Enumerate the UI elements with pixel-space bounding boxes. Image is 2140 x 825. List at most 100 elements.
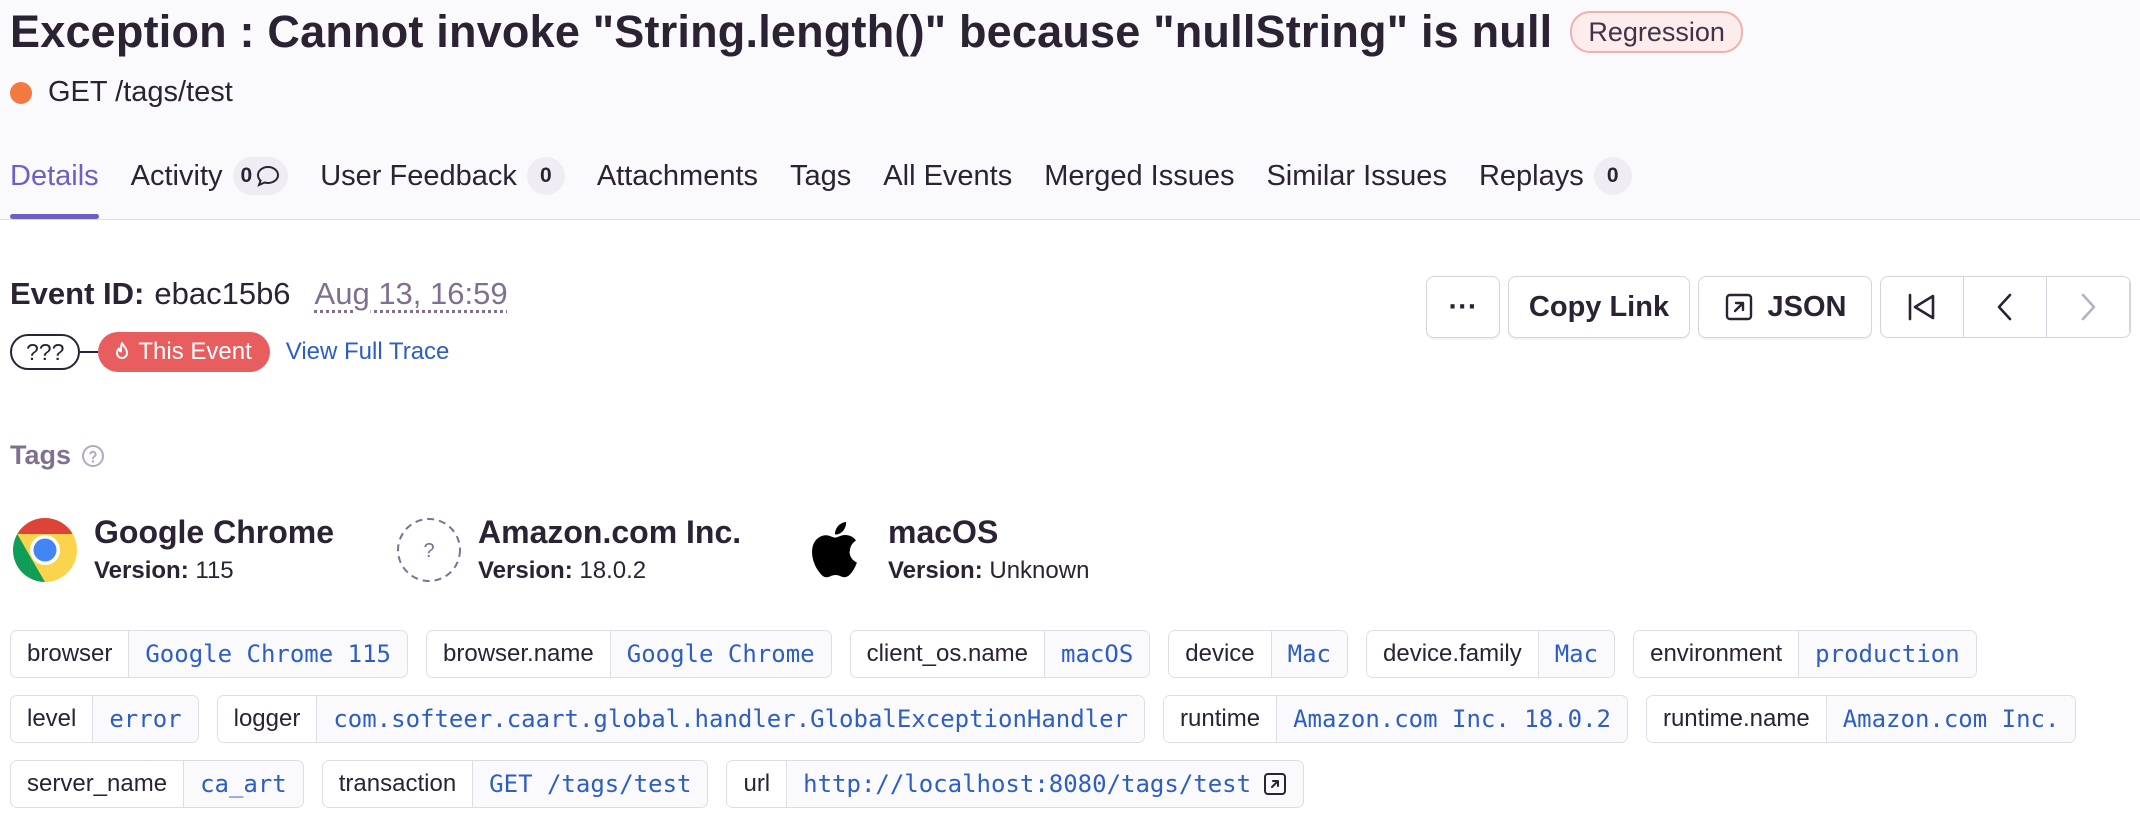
tab-merged-issues[interactable]: Merged Issues [1044, 150, 1234, 202]
tag-pill-device[interactable]: device Mac [1168, 630, 1349, 678]
tag-key: browser.name [427, 631, 611, 677]
tag-pill-server-name[interactable]: server_name ca_art [10, 760, 304, 808]
tab-similar-issues[interactable]: Similar Issues [1266, 150, 1447, 202]
tag-pill-level[interactable]: level error [10, 695, 199, 743]
previous-event-button[interactable] [1964, 277, 2047, 337]
tag-pill-runtime[interactable]: runtime Amazon.com Inc. 18.0.2 [1163, 695, 1628, 743]
tab-label: Details [10, 159, 99, 192]
tags-heading-label: Tags [10, 440, 72, 470]
culprit: GET /tags/test [48, 76, 233, 108]
user-feedback-count-badge: 0 [526, 157, 565, 195]
tag-pill-browser[interactable]: browser Google Chrome 115 [10, 630, 408, 678]
copy-link-button[interactable]: Copy Link [1508, 276, 1690, 338]
tab-activity[interactable]: Activity 0 [131, 150, 289, 202]
tag-key: client_os.name [850, 631, 1046, 677]
context-os: macOS Version: Unknown [806, 514, 1089, 585]
tag-value[interactable]: macOS [1045, 631, 1150, 677]
more-actions-button[interactable]: ··· [1426, 276, 1500, 338]
tag-row: browser Google Chrome 115 browser.name Goo… [10, 630, 2130, 678]
tag-key: url [727, 761, 788, 807]
tag-value[interactable]: com.softeer.caart.global.handler.GlobalE… [317, 696, 1145, 742]
fire-icon [116, 342, 129, 359]
tag-value[interactable]: Mac [1538, 631, 1615, 677]
this-event-label: This Event [138, 338, 252, 365]
tab-attachments[interactable]: Attachments [597, 150, 758, 202]
tag-value[interactable]: ca_art [184, 761, 303, 807]
replays-count-badge: 0 [1593, 157, 1632, 195]
open-external-icon[interactable] [1263, 772, 1287, 796]
context-name: Google Chrome [94, 514, 335, 550]
chrome-icon [12, 517, 78, 583]
tab-label: Replays [1478, 159, 1584, 192]
open-external-icon [1725, 293, 1752, 321]
view-full-trace-link[interactable]: View Full Trace [286, 338, 450, 366]
tag-pill-device-family[interactable]: device.family Mac [1366, 630, 1616, 678]
tab-label: All Events [883, 159, 1013, 192]
context-runtime-text: Amazon.com Inc. Version: 18.0.2 [478, 514, 741, 585]
tag-key: level [11, 696, 94, 742]
version-value: 115 [195, 557, 234, 584]
issue-tabs: Details Activity 0 User Feedback 0 Attac… [10, 150, 1664, 219]
tag-value: http://localhost:8080/tags/test [803, 770, 1252, 798]
tag-key: runtime [1164, 696, 1278, 742]
svg-text:?: ? [423, 540, 434, 562]
trace-parent-unknown[interactable]: ??? [10, 334, 81, 370]
json-label: JSON [1767, 290, 1847, 323]
context-name: macOS [888, 514, 999, 550]
tag-pill-url[interactable]: url http://localhost:8080/tags/test [726, 760, 1305, 808]
tag-value[interactable]: error [93, 696, 198, 742]
version-label: Version: [888, 557, 983, 584]
tag-key: device [1169, 631, 1272, 677]
tag-pill-logger[interactable]: logger com.softeer.caart.global.handler.G… [216, 695, 1146, 743]
issue-title: Exception : Cannot invoke "String.length… [10, 6, 1553, 57]
tab-all-events[interactable]: All Events [883, 150, 1012, 202]
first-icon [1908, 293, 1935, 321]
culprit-row: GET /tags/test [10, 76, 233, 109]
tag-key: runtime.name [1646, 696, 1827, 742]
tab-tags[interactable]: Tags [790, 150, 851, 202]
tag-key: device.family [1367, 631, 1539, 677]
event-id-label: Event ID: [10, 276, 145, 311]
tag-pill-browser-name[interactable]: browser.name Google Chrome [426, 630, 832, 678]
tab-replays[interactable]: Replays 0 [1479, 150, 1632, 202]
help-icon[interactable] [81, 444, 105, 468]
this-event-badge[interactable]: This Event [98, 332, 270, 372]
context-version: Version: Unknown [888, 557, 1089, 585]
tag-value-url[interactable]: http://localhost:8080/tags/test [787, 761, 1304, 807]
next-event-button[interactable] [2047, 277, 2130, 337]
tab-user-feedback[interactable]: User Feedback 0 [320, 150, 565, 202]
version-label: Version: [94, 557, 189, 584]
tag-pill-runtime-name[interactable]: runtime.name Amazon.com Inc. [1645, 695, 2077, 743]
context-browser: Google Chrome Version: 115 [12, 514, 334, 585]
version-label: Version: [478, 557, 573, 584]
tag-row: server_name ca_art transaction GET /tags/t… [10, 760, 2130, 808]
tag-pill-environment[interactable]: environment production [1633, 630, 1977, 678]
tag-pill-client-os-name[interactable]: client_os.name macOS [849, 630, 1151, 678]
tag-value[interactable]: Mac [1271, 631, 1348, 677]
tag-pills: browser Google Chrome 115 browser.name Goo… [10, 630, 2130, 825]
tag-value[interactable]: production [1799, 631, 1976, 677]
tags-heading: Tags [10, 440, 105, 471]
tag-pill-transaction[interactable]: transaction GET /tags/test [321, 760, 709, 808]
event-navigation [1880, 276, 2131, 338]
tag-value[interactable]: Google Chrome [610, 631, 831, 677]
tag-value[interactable]: Google Chrome 115 [129, 631, 407, 677]
context-runtime: ? Amazon.com Inc. Version: 18.0.2 [396, 514, 741, 585]
tab-details[interactable]: Details [10, 150, 99, 219]
event-id: ebac15b6 [154, 276, 291, 311]
tab-label: Activity [130, 159, 223, 192]
tag-value[interactable]: Amazon.com Inc. [1826, 696, 2076, 742]
tag-value[interactable]: Amazon.com Inc. 18.0.2 [1277, 696, 1627, 742]
tab-label: Attachments [596, 159, 759, 192]
first-event-button[interactable] [1881, 277, 1964, 337]
version-value: 18.0.2 [579, 557, 647, 584]
level-dot-icon [10, 81, 32, 104]
regression-badge: Regression [1570, 11, 1743, 53]
trace-row: ??? This Event View Full Trace [10, 332, 449, 372]
tag-value[interactable]: GET /tags/test [473, 761, 708, 807]
context-browser-text: Google Chrome Version: 115 [94, 514, 334, 585]
json-button[interactable]: JSON [1698, 276, 1872, 338]
event-id-row: Event ID: ebac15b6 Aug 13, 16:59 [10, 276, 508, 312]
event-date[interactable]: Aug 13, 16:59 [315, 276, 508, 312]
activity-count-badge: 0 [232, 157, 289, 195]
